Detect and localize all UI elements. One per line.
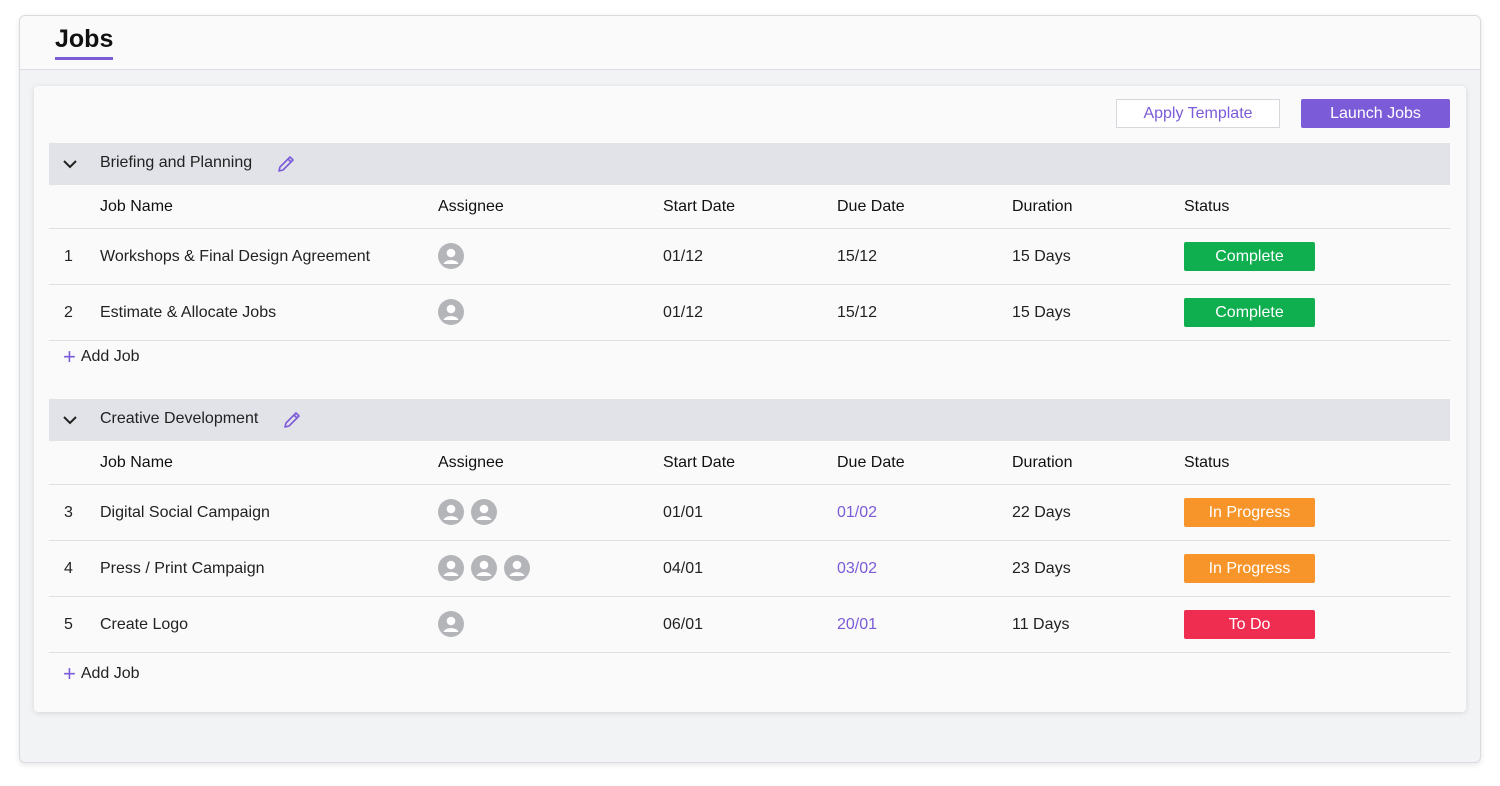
- apply-template-button[interactable]: Apply Template: [1116, 99, 1280, 128]
- job-name[interactable]: Press / Print Campaign: [100, 560, 265, 578]
- start-date: 01/12: [663, 248, 704, 265]
- duration: 22 Days: [1012, 504, 1071, 521]
- job-number: 1: [64, 248, 73, 265]
- column-header-status: Status: [1184, 198, 1230, 215]
- due-date[interactable]: 03/02: [837, 560, 877, 578]
- column-header-due-date: Due Date: [837, 454, 905, 471]
- status-badge[interactable]: Complete: [1184, 298, 1315, 327]
- avatar-icon[interactable]: [471, 499, 497, 525]
- duration: 15 Days: [1012, 248, 1071, 265]
- add-job-button[interactable]: + Add Job: [63, 344, 140, 369]
- status-badge[interactable]: In Progress: [1184, 498, 1315, 527]
- job-rows: 3 Digital Social Campaign 01/01 01/02 22 Day…: [49, 485, 1450, 653]
- column-header-duration: Duration: [1012, 454, 1073, 471]
- chevron-down-icon[interactable]: [62, 156, 78, 172]
- job-name[interactable]: Digital Social Campaign: [100, 504, 270, 522]
- assignee-avatars: [438, 499, 497, 525]
- job-section: Briefing and Planning Job Name Assignee …: [49, 143, 1450, 368]
- avatar-icon[interactable]: [471, 555, 497, 581]
- launch-jobs-button[interactable]: Launch Jobs: [1301, 99, 1450, 128]
- job-name[interactable]: Workshops & Final Design Agreement: [100, 248, 370, 266]
- add-job-label: Add Job: [80, 348, 140, 365]
- plus-icon: +: [63, 344, 76, 369]
- assignee-avatars: [438, 555, 530, 581]
- duration: 23 Days: [1012, 560, 1071, 577]
- job-number: 3: [64, 504, 73, 521]
- start-date: 04/01: [663, 560, 704, 577]
- status-badge[interactable]: Complete: [1184, 242, 1315, 271]
- start-date: 06/01: [663, 616, 704, 633]
- table-row[interactable]: 1 Workshops & Final Design Agreement 01/12…: [49, 229, 1450, 285]
- add-job-button[interactable]: + Add Job: [63, 661, 140, 686]
- tab-jobs[interactable]: Jobs: [55, 25, 114, 60]
- job-number: 5: [64, 616, 73, 633]
- column-header-job-name: Job Name: [100, 198, 173, 215]
- jobs-window: Jobs Apply Template Launch Jobs Briefing…: [19, 15, 1481, 763]
- column-headers: Job Name Assignee Start Date Due Date Du…: [49, 441, 1450, 485]
- table-row[interactable]: 3 Digital Social Campaign 01/01 01/02 22 Day…: [49, 485, 1450, 541]
- table-row[interactable]: 2 Estimate & Allocate Jobs 01/12 15/12 15 Da…: [49, 285, 1450, 341]
- column-header-start-date: Start Date: [663, 198, 736, 215]
- assignee-avatars: [438, 243, 464, 269]
- start-date: 01/12: [663, 304, 704, 321]
- avatar-icon[interactable]: [504, 555, 530, 581]
- duration: 11 Days: [1012, 616, 1070, 633]
- avatar-icon[interactable]: [438, 499, 464, 525]
- column-headers: Job Name Assignee Start Date Due Date Du…: [49, 185, 1450, 229]
- due-date[interactable]: 20/01: [837, 616, 877, 634]
- avatar-icon[interactable]: [438, 555, 464, 581]
- job-rows: 1 Workshops & Final Design Agreement 01/12…: [49, 229, 1450, 341]
- table-row[interactable]: 4 Press / Print Campaign 04/01 03/02 23 Days…: [49, 541, 1450, 597]
- avatar-icon[interactable]: [438, 243, 464, 269]
- column-header-job-name: Job Name: [100, 454, 173, 471]
- jobs-panel: Apply Template Launch Jobs Briefing and …: [34, 86, 1466, 712]
- column-header-assignee: Assignee: [438, 454, 504, 471]
- column-header-due-date: Due Date: [837, 198, 905, 215]
- due-date[interactable]: 01/02: [837, 504, 877, 522]
- status-badge[interactable]: To Do: [1184, 610, 1315, 639]
- assignee-avatars: [438, 299, 464, 325]
- avatar-icon[interactable]: [438, 299, 464, 325]
- table-row[interactable]: 5 Create Logo 06/01 20/01 11 Days To Do: [49, 597, 1450, 653]
- section-title: Creative Development: [100, 410, 259, 427]
- avatar-icon[interactable]: [438, 611, 464, 637]
- column-header-status: Status: [1184, 454, 1230, 471]
- assignee-avatars: [438, 611, 464, 637]
- section-header: Briefing and Planning: [49, 143, 1450, 185]
- due-date: 15/12: [837, 304, 878, 321]
- column-header-assignee: Assignee: [438, 198, 504, 215]
- section-title: Briefing and Planning: [100, 154, 253, 171]
- due-date: 15/12: [837, 248, 878, 265]
- edit-pencil-icon[interactable]: [276, 154, 296, 174]
- job-number: 2: [64, 304, 73, 321]
- edit-pencil-icon[interactable]: [282, 410, 302, 430]
- job-section: Creative Development Job Name Assignee S…: [49, 399, 1450, 685]
- job-name[interactable]: Create Logo: [100, 616, 188, 634]
- status-badge[interactable]: In Progress: [1184, 554, 1315, 583]
- add-job-label: Add Job: [80, 665, 140, 682]
- page-header: Jobs: [20, 16, 1480, 70]
- job-number: 4: [64, 560, 73, 577]
- plus-icon: +: [63, 661, 76, 686]
- column-header-start-date: Start Date: [663, 454, 736, 471]
- chevron-down-icon[interactable]: [62, 412, 78, 428]
- start-date: 01/01: [663, 504, 704, 521]
- column-header-duration: Duration: [1012, 198, 1073, 215]
- job-name[interactable]: Estimate & Allocate Jobs: [100, 304, 276, 322]
- section-header: Creative Development: [49, 399, 1450, 441]
- duration: 15 Days: [1012, 304, 1071, 321]
